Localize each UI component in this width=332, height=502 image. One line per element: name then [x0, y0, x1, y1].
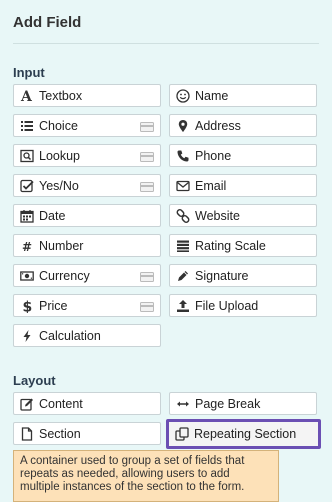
field-address[interactable]: Address [169, 114, 317, 137]
field-section[interactable]: Section [13, 422, 161, 445]
envelope-icon [175, 178, 191, 194]
pen-icon [175, 268, 191, 284]
field-currency[interactable]: Currency [13, 264, 161, 287]
field-label: Website [195, 208, 240, 223]
smiley-icon [175, 88, 191, 104]
field-label: Signature [195, 268, 249, 283]
map-pin-icon [175, 118, 191, 134]
calendar-icon [19, 208, 35, 224]
letter-a-icon: A [19, 88, 35, 104]
field-label: Currency [39, 268, 90, 283]
lightning-icon [19, 328, 35, 344]
card-icon [140, 301, 154, 312]
field-label: Phone [195, 148, 232, 163]
input-section-label: Input [13, 65, 45, 80]
phone-icon [175, 148, 191, 164]
lookup-icon [19, 148, 35, 164]
field-label: Address [195, 118, 241, 133]
field-textbox[interactable]: A Textbox [13, 84, 161, 107]
field-page-break[interactable]: Page Break [169, 392, 317, 415]
field-email[interactable]: Email [169, 174, 317, 197]
field-label: Calculation [39, 328, 101, 343]
svg-text:$: $ [23, 299, 33, 313]
edit-icon [19, 396, 35, 412]
svg-text:#: # [22, 240, 32, 253]
field-content[interactable]: Content [13, 392, 161, 415]
field-label: Date [39, 208, 66, 223]
field-label: Price [39, 298, 68, 313]
dollar-icon: $ [19, 298, 35, 314]
field-website[interactable]: Website [169, 204, 317, 227]
panel-title: Add Field [13, 14, 82, 31]
add-field-panel: Add Field Input A Textbox Name Choice Ad… [0, 0, 332, 502]
card-icon [140, 181, 154, 192]
field-calculation[interactable]: Calculation [13, 324, 161, 347]
field-description-tooltip: A container used to group a set of field… [13, 450, 279, 502]
field-signature[interactable]: Signature [169, 264, 317, 287]
field-label: Choice [39, 118, 78, 133]
field-label: Page Break [195, 396, 261, 411]
rating-scale-icon [175, 238, 191, 254]
field-label: Lookup [39, 148, 81, 163]
card-icon [140, 271, 154, 282]
title-divider [13, 43, 319, 44]
field-file-upload[interactable]: File Upload [169, 294, 317, 317]
list-icon [19, 118, 35, 134]
field-label: Yes/No [39, 178, 79, 193]
hash-icon: # [19, 238, 35, 254]
field-repeating-section[interactable]: Repeating Section [166, 419, 321, 449]
field-label: Rating Scale [195, 238, 266, 253]
layout-section-label: Layout [13, 373, 56, 388]
card-icon [140, 121, 154, 132]
money-icon [19, 268, 35, 284]
link-icon [175, 208, 191, 224]
field-price[interactable]: $ Price [13, 294, 161, 317]
copy-icon [174, 426, 190, 442]
field-label: Name [195, 88, 229, 103]
field-label: Content [39, 396, 83, 411]
field-label: Repeating Section [194, 427, 297, 441]
checkbox-icon [19, 178, 35, 194]
field-yes-no[interactable]: Yes/No [13, 174, 161, 197]
field-rating-scale[interactable]: Rating Scale [169, 234, 317, 257]
field-date[interactable]: Date [13, 204, 161, 227]
field-label: File Upload [195, 298, 259, 313]
card-icon [140, 151, 154, 162]
upload-icon [175, 298, 191, 314]
horizontal-arrows-icon [175, 396, 191, 412]
field-label: Number [39, 238, 84, 253]
field-label: Email [195, 178, 227, 193]
field-number[interactable]: # Number [13, 234, 161, 257]
field-choice[interactable]: Choice [13, 114, 161, 137]
field-phone[interactable]: Phone [169, 144, 317, 167]
document-icon [19, 426, 35, 442]
field-label: Textbox [39, 88, 83, 103]
field-name[interactable]: Name [169, 84, 317, 107]
svg-text:A: A [20, 89, 33, 103]
field-lookup[interactable]: Lookup [13, 144, 161, 167]
field-label: Section [39, 426, 81, 441]
